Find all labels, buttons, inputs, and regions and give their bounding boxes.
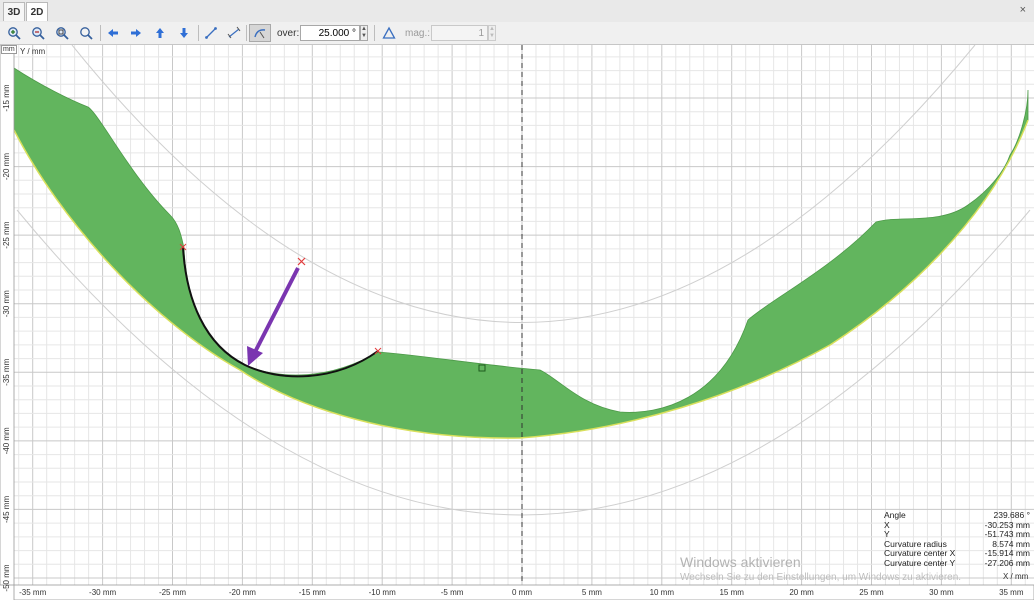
measure-distance-icon [205, 27, 217, 39]
y-tick-label: -15 mm [2, 84, 11, 111]
measure-distance-button[interactable] [201, 24, 221, 42]
zoom-out-icon [32, 27, 45, 40]
x-tick-label: 25 mm [859, 588, 884, 597]
x-tick-label: 20 mm [789, 588, 814, 597]
arrow-up-icon [156, 28, 164, 38]
pan-right-button[interactable] [126, 24, 146, 42]
axis-corner-unit: mm [1, 45, 17, 54]
close-icon[interactable]: × [1020, 4, 1026, 16]
curvature-tool-button[interactable] [249, 24, 271, 42]
y-axis-unit: Y / mm [20, 47, 46, 56]
activation-watermark-title: Windows aktivieren [680, 554, 801, 570]
zoom-fit-button[interactable] [76, 24, 96, 42]
profile-shape [13, 67, 1029, 439]
zoom-fit-icon [80, 27, 93, 40]
x-tick-label: -5 mm [441, 588, 464, 597]
x-tick-label: -15 mm [299, 588, 326, 597]
arrow-right-icon [131, 29, 141, 37]
x-tick-label: -25 mm [159, 588, 186, 597]
x-tick-label: 10 mm [650, 588, 675, 597]
x-tick-label: 30 mm [929, 588, 954, 597]
view-tab-bar: 3D 2D × [0, 0, 1034, 23]
tab-3d-label: 3D [7, 6, 21, 18]
y-tick-label: -35 mm [2, 358, 11, 385]
measurement-readout: Angle 239.686 ° X -30.253 mm Y -51.743 mm C… [884, 510, 1030, 569]
mag-label: mag.: [405, 28, 431, 39]
curvature-center-marker [297, 257, 306, 266]
readout-curvature-center-y: Curvature center Y -27.206 mm [884, 557, 1030, 568]
pan-up-button[interactable] [150, 24, 170, 42]
curvature-tool-icon [254, 29, 266, 39]
x-axis-unit: X / mm [1003, 572, 1029, 581]
zoom-out-button[interactable] [28, 24, 48, 42]
tab-3d[interactable]: 3D [3, 2, 25, 21]
zoom-window-icon [56, 27, 69, 40]
x-tick-label: 5 mm [582, 588, 602, 597]
tab-2d-label: 2D [30, 6, 44, 18]
zoom-in-button[interactable] [4, 24, 24, 42]
x-tick-label: 15 mm [719, 588, 744, 597]
x-tick-label: 0 mm [512, 588, 532, 597]
zoom-window-button[interactable] [52, 24, 72, 42]
triangle-icon [382, 26, 396, 39]
x-tick-label: -30 mm [89, 588, 116, 597]
triangle-tool-button[interactable] [379, 24, 399, 42]
y-tick-label: -40 mm [2, 427, 11, 454]
measure-dimension-icon [227, 26, 241, 39]
arrow-left-icon [108, 29, 118, 37]
x-tick-label: -10 mm [369, 588, 396, 597]
y-tick-label: -20 mm [2, 153, 11, 180]
x-tick-label: -35 mm [19, 588, 46, 597]
x-tick-label: 35 mm [999, 588, 1024, 597]
y-tick-label: -30 mm [2, 290, 11, 317]
y-tick-label: -45 mm [2, 496, 11, 523]
x-tick-label: -20 mm [229, 588, 256, 597]
arrow-down-icon [180, 28, 188, 38]
over-angle-input[interactable] [300, 25, 360, 41]
tab-2d[interactable]: 2D [26, 2, 48, 21]
y-tick-label: -25 mm [2, 221, 11, 248]
magnification-input[interactable] [431, 25, 488, 41]
y-tick-label: -50 mm [2, 564, 11, 591]
over-angle-spinner[interactable]: ▲ ▼ [360, 25, 368, 41]
measure-dimension-button[interactable] [224, 24, 244, 42]
zoom-in-icon [8, 27, 21, 40]
pan-down-button[interactable] [174, 24, 194, 42]
view-toolbar: over: ▲▼ mag.: ▲▼ [0, 22, 1034, 45]
x-axis-ticks: -35 mm -30 mm -25 mm -20 mm -15 mm -10 mm -5 m… [19, 588, 1024, 597]
plot-canvas[interactable]: -35 mm -30 mm -25 mm -20 mm -15 mm -10 mm -5 m… [0, 45, 1034, 600]
activation-watermark-text: Wechseln Sie zu den Einstellungen, um Wi… [680, 572, 962, 583]
over-label: over: [277, 28, 300, 39]
plot-area[interactable]: -35 mm -30 mm -25 mm -20 mm -15 mm -10 mm -5 m… [0, 45, 1034, 600]
pan-left-button[interactable] [103, 24, 123, 42]
magnification-spinner[interactable]: ▲ ▼ [488, 25, 496, 41]
measured-arc [182, 246, 379, 378]
